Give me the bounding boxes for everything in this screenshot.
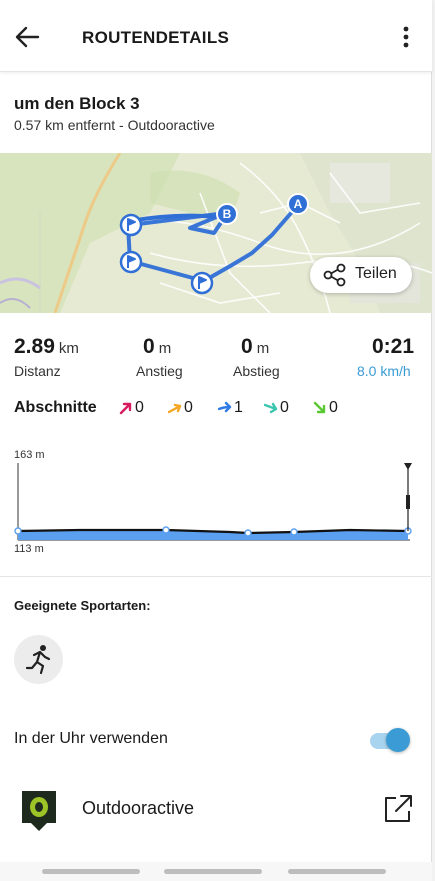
section-steep-down-count: 0 [329,399,338,416]
elevation-profile[interactable] [0,455,432,550]
route-details-screen: ROUTENDETAILS um den Block 3 0.57 km ent… [0,0,432,881]
flag-marker-icon[interactable] [190,271,214,295]
app-bar: ROUTENDETAILS [0,0,432,72]
outdooractive-logo-icon [22,791,56,831]
share-button[interactable]: Teilen [310,257,412,293]
more-options-button[interactable] [392,22,420,52]
share-icon [323,263,346,287]
up-arrow-icon [168,403,182,414]
nav-pill [42,869,140,874]
descent-number: 0 [241,335,253,358]
back-button[interactable] [12,22,44,52]
page-title: ROUTENDETAILS [82,28,230,47]
waypoint-b-marker[interactable]: B [216,203,238,225]
section-up-count: 0 [184,399,193,416]
distance-number: 2.89 [14,335,55,358]
waypoint-a-marker[interactable]: A [287,193,309,215]
distance-unit: km [58,340,79,357]
sections-title: Abschnitte [14,399,97,416]
source-label[interactable]: Outdooractive [82,798,194,819]
average-speed: 8.0 km/h [357,363,411,379]
ascent-value: 0m [143,335,171,359]
external-link-icon [385,795,412,822]
flag-marker-icon[interactable] [119,250,143,274]
descent-label: Abstieg [233,363,280,379]
use-in-watch-label: In der Uhr verwenden [14,730,168,747]
system-navigation-bar [0,862,432,881]
nav-pill [288,869,386,874]
ascent-unit: m [158,340,172,357]
waypoint-b-label: B [222,207,232,221]
share-label: Teilen [355,265,397,282]
route-name: um den Block 3 [14,94,140,113]
section-flat-count: 1 [234,399,243,416]
distance-value: 2.89 km [14,335,79,359]
flat-arrow-icon [218,401,232,413]
distance-label: Distanz [14,363,61,379]
open-external-button[interactable] [382,793,414,825]
nav-pill [164,869,262,874]
descent-unit: m [256,340,270,357]
waypoint-a-label: A [293,197,303,211]
outdooractive-logo [20,789,58,833]
steep-up-arrow-icon [119,402,132,415]
sports-title: Geeignete Sportarten: [14,598,151,613]
toggle-knob [386,728,410,752]
down-arrow-icon [264,402,278,414]
route-subtitle: 0.57 km entfernt - Outdooractive [14,117,215,133]
back-arrow-icon [15,26,40,48]
descent-value: 0m [241,335,269,359]
steep-down-arrow-icon [313,401,326,414]
sport-running-button[interactable] [14,635,63,684]
kebab-menu-icon [403,26,409,48]
running-icon [25,645,51,675]
section-steep-up-count: 0 [135,399,144,416]
ascent-label: Anstieg [136,363,183,379]
section-down-count: 0 [280,399,289,416]
ascent-number: 0 [143,335,155,358]
flag-marker-icon[interactable] [119,213,143,237]
use-in-watch-toggle[interactable] [370,728,410,752]
section-divider [0,576,432,577]
duration-value: 0:21 [372,335,415,358]
